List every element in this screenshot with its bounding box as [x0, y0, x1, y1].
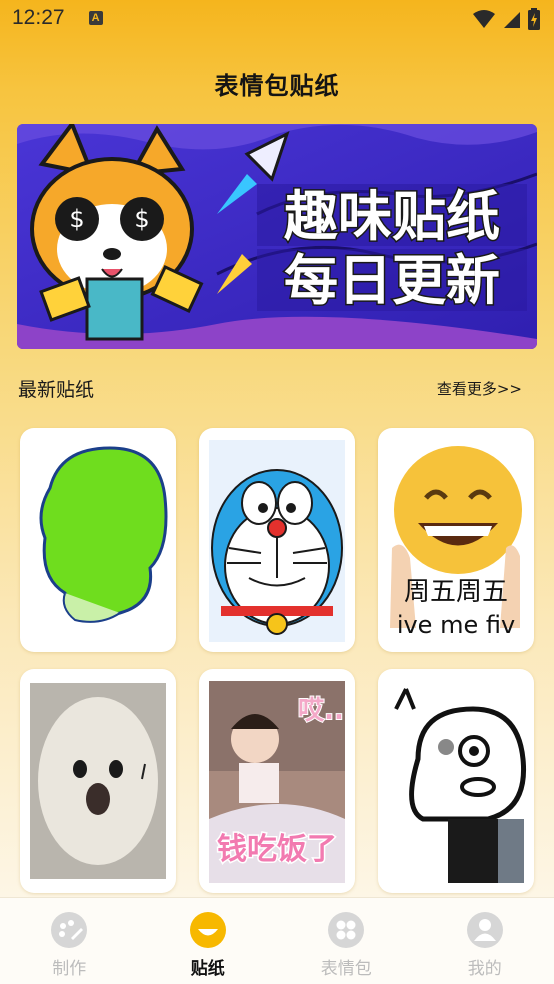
svg-text:$: $ — [134, 205, 149, 233]
bottom-tab-bar: 制作 贴纸 表情包 我的 — [0, 897, 554, 984]
caption-bottom: 钱吃饭了 — [217, 832, 337, 867]
svg-text:$: $ — [69, 205, 84, 233]
banner-line2: 每日更新 — [284, 249, 500, 312]
tab-label: 制作 — [52, 959, 87, 979]
user-icon — [466, 912, 503, 948]
page-title: 表情包贴纸 — [214, 72, 340, 100]
sticker-card-baby[interactable]: 哎.. 钱吃饭了 — [199, 669, 355, 893]
caption-line1: 周五周五 — [404, 577, 508, 607]
tab-make[interactable]: 制作 — [0, 898, 139, 984]
smile-icon — [189, 912, 226, 948]
caption-line2: ive me fiv — [397, 611, 515, 639]
status-icons — [472, 8, 540, 30]
tab-profile[interactable]: 我的 — [416, 898, 554, 984]
status-time: 12:27 — [12, 6, 65, 29]
tab-emoji-packs[interactable]: 表情包 — [277, 898, 416, 984]
banner-line1: 趣味贴纸 — [284, 185, 500, 248]
grid-icon — [328, 912, 365, 948]
sticker-card-doraemon[interactable] — [199, 428, 355, 652]
sticker-card-seal[interactable] — [20, 669, 176, 893]
see-more-link[interactable]: 查看更多>> — [437, 378, 522, 399]
sticker-card-smile-emoji[interactable]: 周五周五 ive me fiv — [378, 428, 534, 652]
sticker-card-green-blob[interactable] — [20, 428, 176, 652]
signal-icon — [504, 12, 520, 28]
status-bar: 12:27 A — [0, 0, 554, 36]
sticker-card-doodle[interactable] — [378, 669, 534, 893]
latest-section-header: 最新贴纸 查看更多>> — [18, 374, 522, 402]
tab-label: 贴纸 — [190, 959, 225, 979]
battery-icon — [528, 8, 540, 30]
tab-stickers[interactable]: 贴纸 — [139, 898, 278, 984]
promo-banner[interactable]: $ $ 趣味贴纸 每日更新 — [17, 124, 537, 349]
notification-a-icon: A — [88, 11, 103, 25]
wifi-icon — [473, 10, 495, 28]
tab-label: 我的 — [467, 959, 502, 979]
palette-icon — [51, 912, 88, 948]
section-title: 最新贴纸 — [18, 378, 95, 401]
tab-label: 表情包 — [320, 959, 372, 979]
caption-top: 哎.. — [298, 696, 344, 726]
